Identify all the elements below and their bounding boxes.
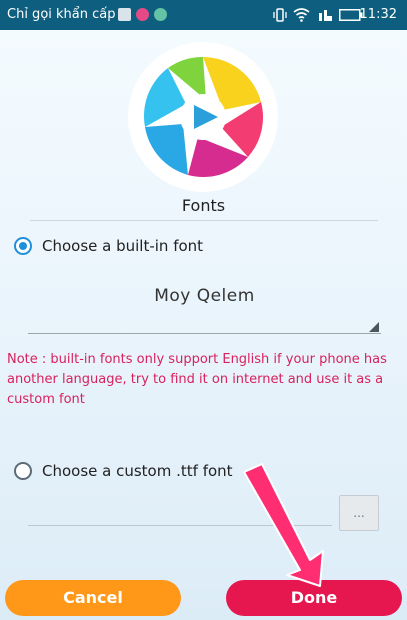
font-select-value: Moy Qelem — [154, 286, 255, 306]
dialog-title: Fonts — [181, 196, 226, 215]
custom-font-radio[interactable] — [14, 462, 32, 480]
done-button[interactable]: Done — [226, 580, 402, 616]
signal-blocked-icon — [319, 10, 332, 21]
fonts-dialog: Fonts Choose a built-in font Moy Qelem N… — [0, 30, 407, 620]
builtin-font-label[interactable]: Choose a built-in font — [42, 237, 203, 255]
app-notification-icon — [136, 8, 149, 21]
builtin-font-radio[interactable] — [14, 237, 32, 255]
font-select-dropdown[interactable]: Moy Qelem — [28, 276, 381, 334]
status-bar: Chỉ gọi khẩn cấp 11:32 — [0, 0, 407, 30]
cancel-button[interactable]: Cancel — [5, 580, 181, 616]
custom-font-path-input[interactable] — [28, 495, 332, 526]
select-underline — [28, 333, 381, 334]
wifi-icon — [293, 8, 310, 22]
builtin-font-note: Note : built-in fonts only support Engli… — [7, 352, 387, 407]
title-divider — [30, 220, 378, 221]
clock-text: 11:32 — [359, 7, 397, 22]
carrier-text: Chỉ gọi khẩn cấp — [7, 7, 116, 22]
sync-notification-icon — [154, 8, 167, 21]
dropdown-triangle-icon — [369, 322, 379, 332]
vibrate-icon — [273, 8, 287, 22]
custom-font-label[interactable]: Choose a custom .ttf font — [42, 462, 233, 480]
app-logo — [128, 42, 278, 192]
logo-icon — [143, 56, 263, 177]
gallery-notification-icon — [118, 8, 131, 21]
browse-file-button[interactable]: ... — [339, 495, 379, 531]
